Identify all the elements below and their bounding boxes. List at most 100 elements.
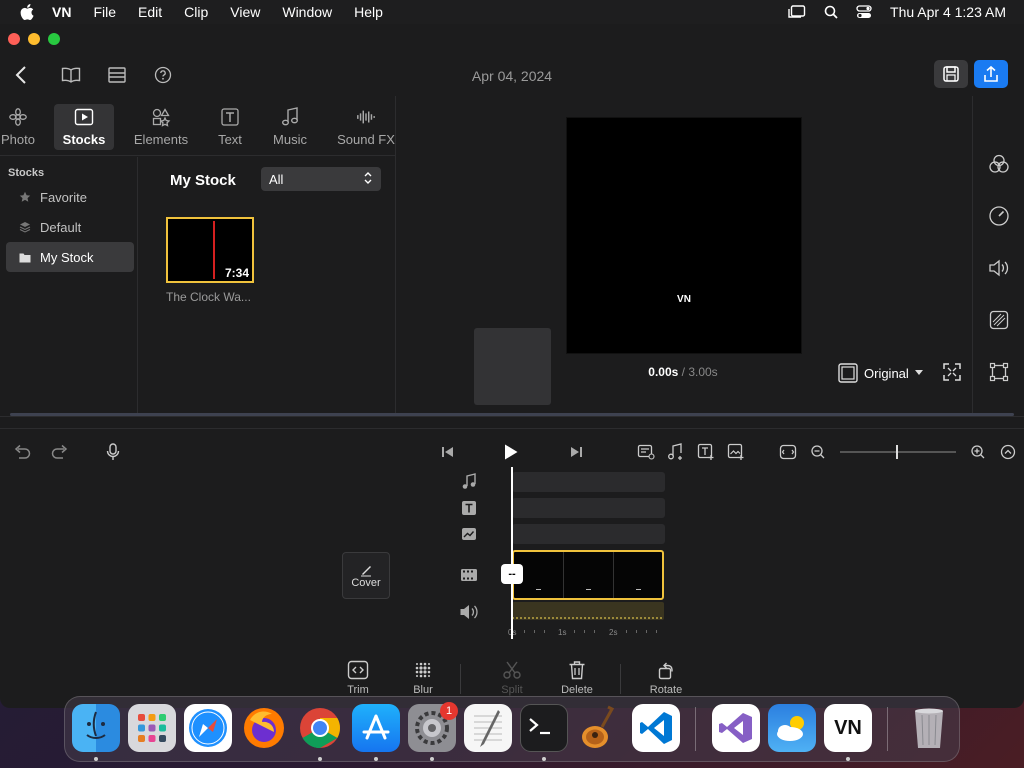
vn-dock-label: VN [834, 716, 862, 739]
menubar-clock[interactable]: Thu Apr 4 1:23 AM [890, 4, 1006, 20]
launchpad-icon[interactable] [128, 704, 176, 752]
audio-track-icon[interactable] [458, 602, 480, 622]
menu-help[interactable]: Help [354, 4, 383, 20]
layout-icon[interactable] [104, 62, 130, 88]
speed-icon[interactable] [987, 204, 1011, 228]
playhead-handle[interactable]: -- [501, 564, 523, 584]
stock-content: My Stock All 7:34 The Clock Wa... [139, 157, 396, 416]
rotate-label: Rotate [649, 684, 683, 696]
menu-app-name[interactable]: VN [52, 4, 71, 20]
vscode-icon[interactable] [632, 704, 680, 752]
tab-sound-fx[interactable]: Sound FX [336, 104, 396, 150]
control-center-icon[interactable] [856, 5, 872, 19]
ruler-tick [524, 630, 525, 633]
stock-video-thumbnail[interactable]: 7:34 [166, 217, 254, 283]
filters-icon[interactable] [987, 152, 1011, 176]
spotlight-search-icon[interactable] [824, 5, 838, 19]
original-audio-track[interactable] [512, 602, 664, 620]
microphone-icon[interactable] [103, 442, 123, 462]
aspect-ratio-dropdown[interactable]: Original [838, 361, 923, 385]
zoom-in-icon[interactable] [968, 442, 988, 462]
app-store-icon[interactable] [352, 704, 400, 752]
skip-forward-icon[interactable] [566, 442, 586, 462]
textedit-icon[interactable] [464, 704, 512, 752]
tab-stocks[interactable]: Stocks [54, 104, 114, 150]
delete-button[interactable]: Delete [551, 658, 603, 696]
add-text-icon[interactable] [696, 442, 716, 462]
text-track[interactable] [512, 498, 665, 518]
fit-timeline-icon[interactable] [778, 442, 798, 462]
menu-file[interactable]: File [93, 4, 116, 20]
menu-window[interactable]: Window [282, 4, 332, 20]
split-button[interactable]: Split [486, 658, 538, 696]
weather-icon[interactable] [768, 704, 816, 752]
collapse-icon[interactable] [998, 442, 1018, 462]
stage-manager-icon[interactable] [788, 5, 806, 19]
menu-clip[interactable]: Clip [184, 4, 208, 20]
firefox-icon[interactable] [240, 704, 288, 752]
help-icon[interactable] [150, 62, 176, 88]
zoom-out-icon[interactable] [808, 442, 828, 462]
clip-frame-mark [586, 589, 591, 590]
minimize-window-button[interactable] [28, 33, 40, 45]
apple-menu-icon[interactable] [16, 1, 38, 23]
skip-back-icon[interactable] [438, 442, 458, 462]
tab-photo[interactable]: Photo [0, 104, 40, 150]
export-button[interactable] [974, 60, 1008, 88]
cover-button[interactable]: Cover [342, 552, 390, 599]
sidebar-item-my-stock[interactable]: My Stock [6, 242, 134, 272]
sticker-track[interactable] [512, 524, 665, 544]
add-sticker-icon[interactable] [726, 442, 746, 462]
chrome-icon[interactable] [296, 704, 344, 752]
close-window-button[interactable] [8, 33, 20, 45]
library-category-tabs: Photo Stocks Elements Text Music Sound F… [0, 96, 396, 156]
timeline-ruler[interactable]: 0s 1s 2s [508, 626, 664, 640]
playback-progress-track[interactable] [10, 413, 1014, 416]
subtitles-icon[interactable] [636, 442, 656, 462]
tab-elements[interactable]: Elements [130, 104, 192, 150]
safari-icon[interactable] [184, 704, 232, 752]
redo-icon[interactable] [50, 442, 70, 462]
visual-studio-icon[interactable] [712, 704, 760, 752]
timeline-divider [0, 428, 1024, 429]
tab-text[interactable]: Text [210, 104, 250, 150]
volume-icon[interactable] [987, 256, 1011, 280]
trim-button[interactable]: Trim [332, 658, 384, 696]
terminal-running-dot [542, 757, 546, 761]
trim-icon [347, 658, 369, 681]
mask-icon[interactable] [987, 308, 1011, 332]
elements-icon [151, 106, 171, 128]
scissors-icon [502, 658, 522, 681]
garageband-icon[interactable] [576, 704, 624, 752]
ruler-tick [656, 630, 657, 633]
finder-icon[interactable] [72, 704, 120, 752]
trash-icon[interactable] [905, 704, 953, 752]
stock-filter-select[interactable]: All [261, 167, 381, 191]
playhead[interactable] [511, 467, 513, 639]
tab-music[interactable]: Music [268, 104, 312, 150]
project-title: Apr 04, 2024 [471, 68, 553, 84]
menu-view[interactable]: View [230, 4, 260, 20]
zoom-window-button[interactable] [48, 33, 60, 45]
timeline-zoom-slider[interactable] [840, 451, 956, 453]
video-preview-canvas[interactable]: VN [566, 117, 802, 354]
undo-icon[interactable] [12, 442, 32, 462]
system-preferences-running-dot [430, 757, 434, 761]
back-chevron-icon[interactable] [8, 62, 34, 88]
play-icon[interactable] [501, 442, 521, 462]
blur-button[interactable]: Blur [397, 658, 449, 696]
fullscreen-icon[interactable] [942, 362, 964, 384]
zoom-slider-handle[interactable] [896, 445, 898, 459]
sidebar-item-default[interactable]: Default [6, 212, 134, 242]
add-music-icon[interactable] [666, 442, 686, 462]
book-icon[interactable] [58, 62, 84, 88]
video-clip[interactable] [512, 550, 664, 600]
save-button[interactable] [934, 60, 968, 88]
vn-dock-icon[interactable]: VN [824, 704, 872, 752]
music-track[interactable] [512, 472, 665, 492]
transform-icon[interactable] [987, 360, 1011, 384]
sidebar-item-favorite[interactable]: Favorite [6, 182, 134, 212]
menu-edit[interactable]: Edit [138, 4, 162, 20]
terminal-icon[interactable] [520, 704, 568, 752]
rotate-button[interactable]: Rotate [640, 658, 692, 696]
